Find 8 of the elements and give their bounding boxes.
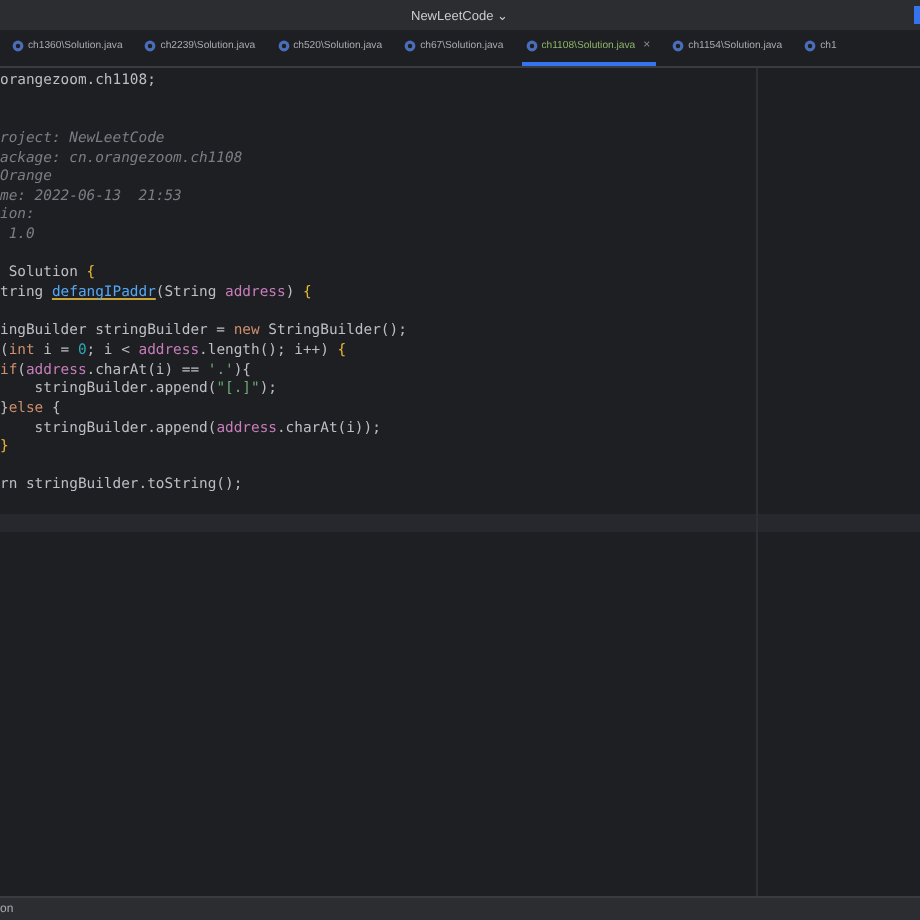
class-file-icon <box>144 40 157 52</box>
class-file-icon <box>804 40 817 52</box>
class-file-icon <box>404 40 417 52</box>
class-file-icon <box>672 40 685 52</box>
class-file-icon <box>12 40 24 52</box>
class-file-icon <box>525 40 538 52</box>
toolbar-button[interactable] <box>914 6 920 24</box>
class-file-icon <box>277 40 290 52</box>
